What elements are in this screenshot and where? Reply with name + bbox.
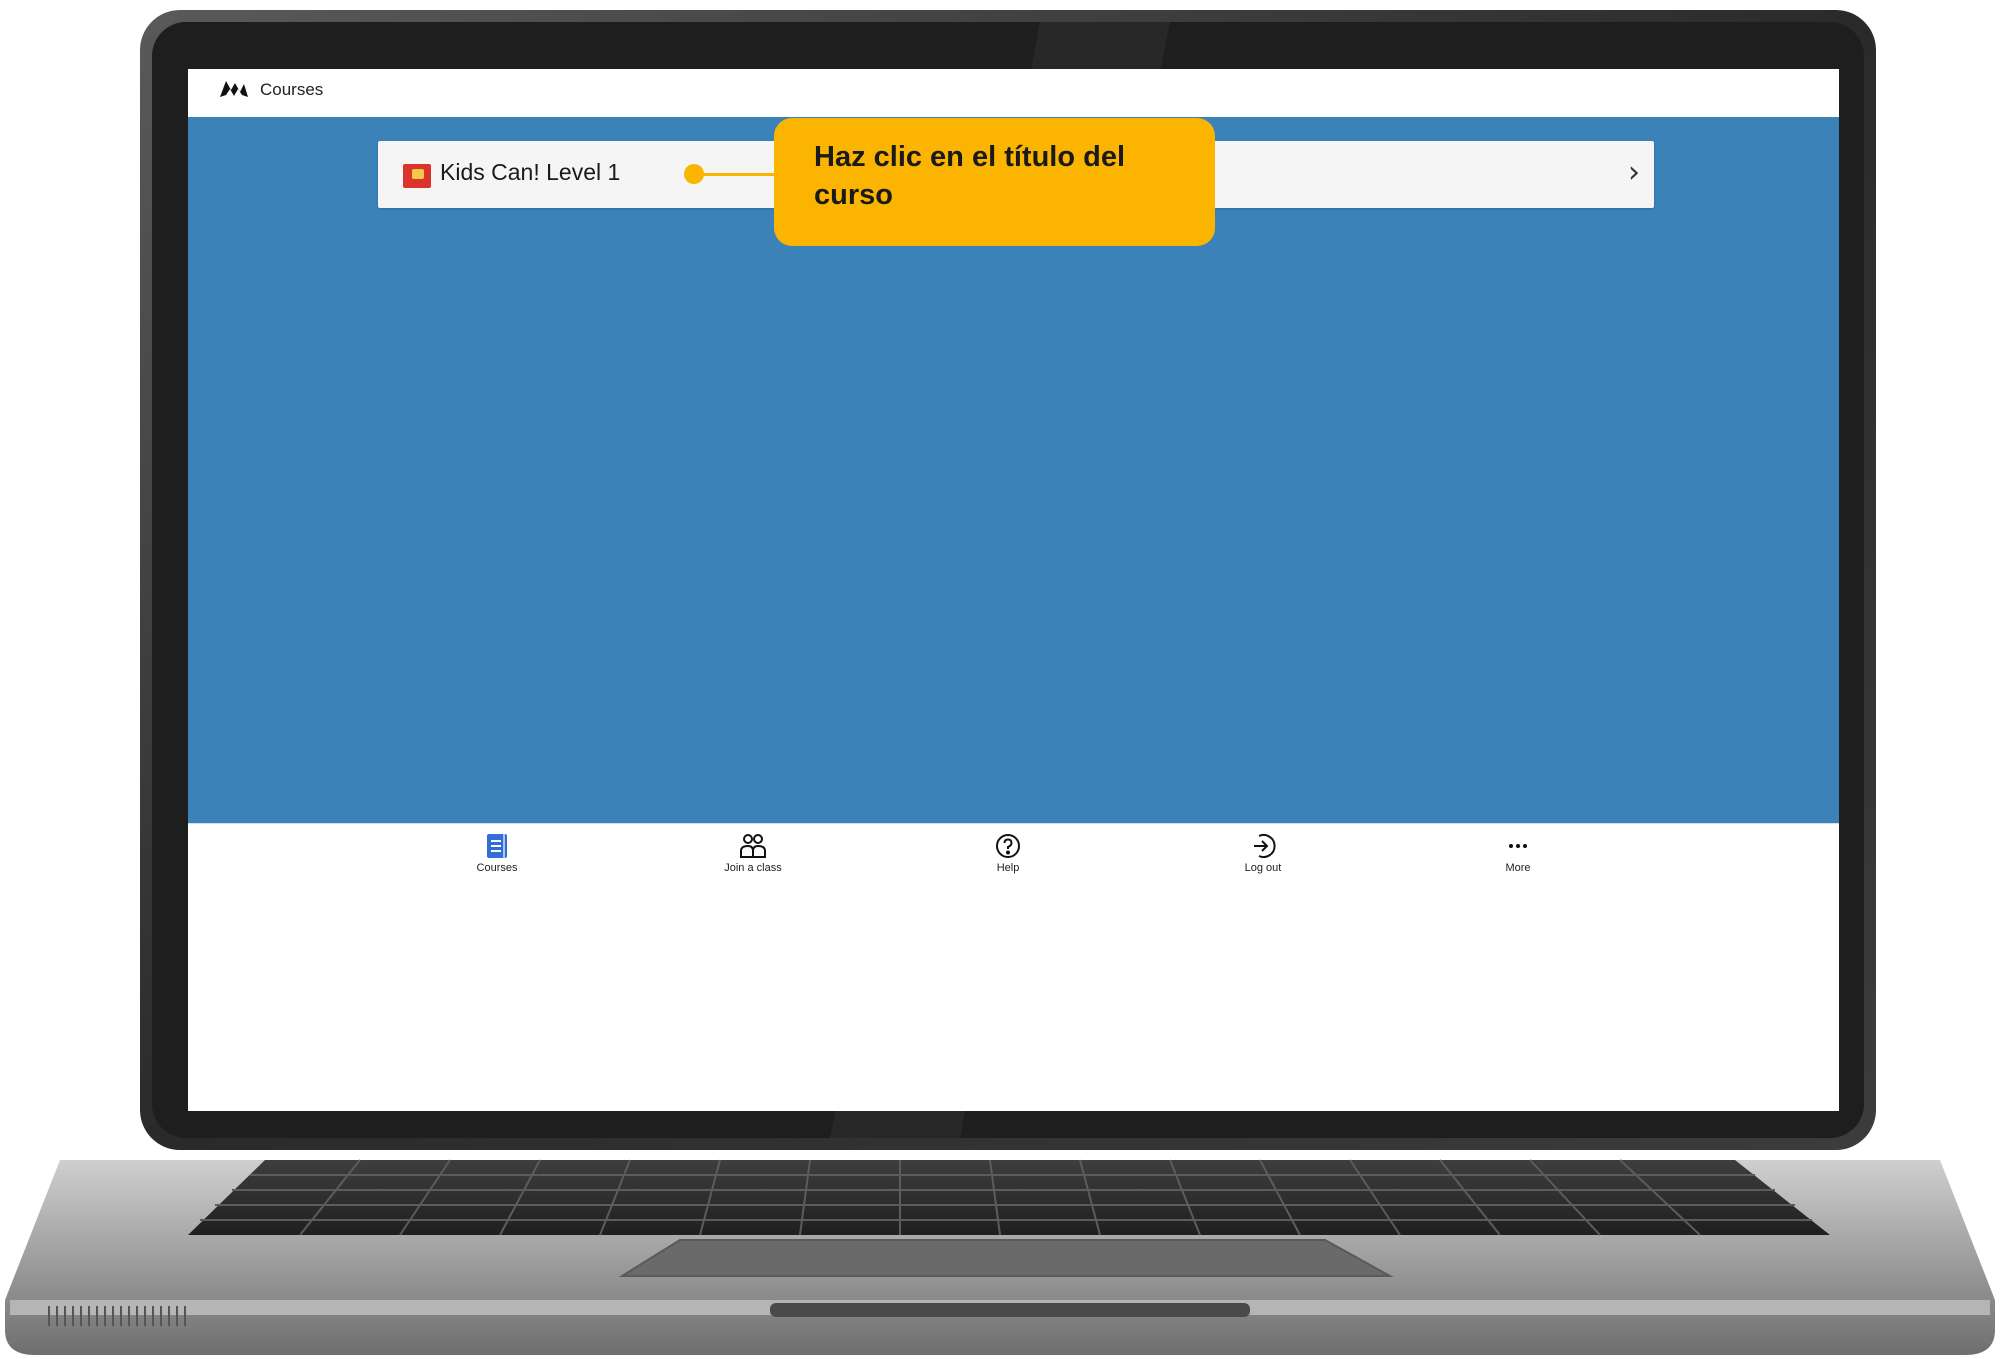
nav-courses[interactable]: Courses xyxy=(437,830,557,882)
nav-label: Help xyxy=(996,862,1020,874)
bottom-navigation: Courses Join a class Help Log out More xyxy=(188,823,1839,888)
app-logo-icon[interactable] xyxy=(218,77,250,101)
callout-text: Haz clic en el título del curso xyxy=(814,141,1126,211)
top-bar: Courses xyxy=(188,69,1839,117)
nav-more[interactable]: More xyxy=(1458,830,1578,882)
nav-label: Courses xyxy=(476,862,518,874)
nav-join-a-class[interactable]: Join a class xyxy=(693,830,813,882)
logout-icon xyxy=(1203,830,1323,860)
nav-label: More xyxy=(1505,862,1531,874)
question-circle-icon xyxy=(948,830,1068,860)
callout-connector xyxy=(694,173,776,176)
instruction-callout: Haz clic en el título del curso xyxy=(774,118,1215,246)
book-icon xyxy=(437,830,557,860)
chevron-right-icon[interactable]: › xyxy=(1628,155,1640,190)
nav-log-out[interactable]: Log out xyxy=(1203,830,1323,882)
callout-pointer-dot xyxy=(684,164,704,184)
nav-label: Log out xyxy=(1244,862,1282,874)
empty-area xyxy=(188,887,1839,1111)
nav-label: Join a class xyxy=(724,862,782,874)
people-icon xyxy=(693,830,813,860)
course-title[interactable]: Kids Can! Level 1 xyxy=(440,159,620,186)
page-title: Courses xyxy=(260,80,324,99)
course-thumbnail xyxy=(403,164,431,188)
more-dots-icon xyxy=(1458,830,1578,860)
nav-help[interactable]: Help xyxy=(948,830,1068,882)
